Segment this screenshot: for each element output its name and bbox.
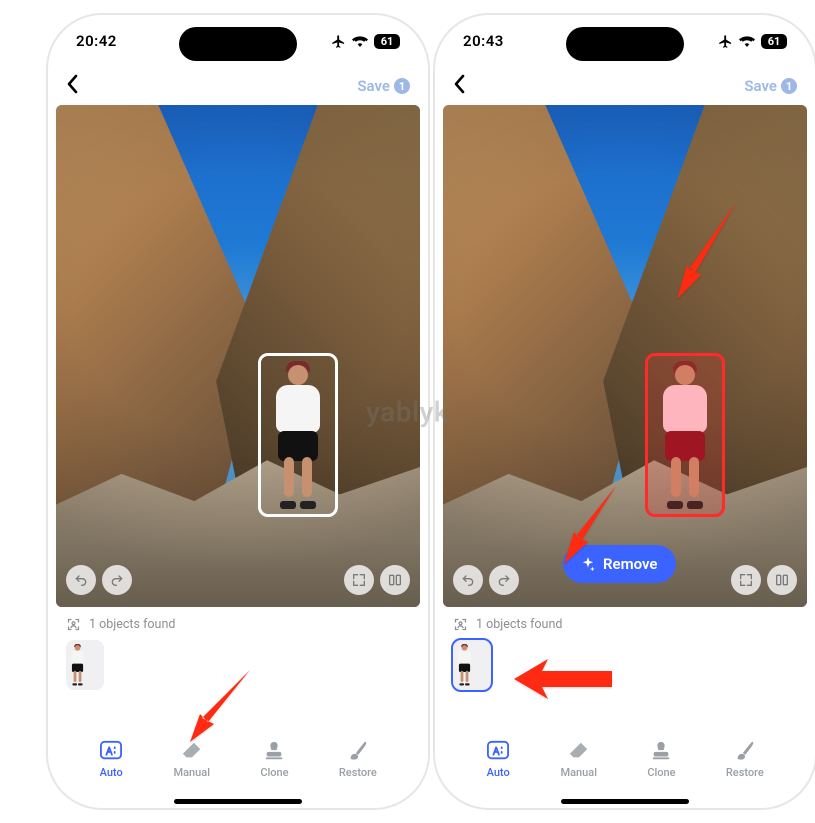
status-bar: 20:43 61 [435, 15, 815, 67]
eraser-icon [180, 740, 204, 762]
photo-shade [56, 105, 420, 607]
battery-indicator: 61 [761, 34, 787, 49]
image-canvas[interactable]: Remove [443, 105, 807, 607]
wifi-icon [352, 35, 368, 47]
tab-clone[interactable]: Clone [260, 740, 288, 779]
tab-auto[interactable]: Auto [486, 740, 510, 779]
eraser-icon [567, 740, 591, 762]
battery-indicator: 61 [374, 34, 400, 49]
detection-box[interactable] [258, 353, 338, 517]
save-button[interactable]: Save 1 [744, 77, 797, 95]
airplane-icon [718, 34, 733, 49]
status-bar: 20:42 61 [48, 15, 428, 67]
tab-clone-label: Clone [647, 766, 675, 779]
redo-button[interactable] [489, 565, 519, 595]
brush-icon [733, 740, 757, 762]
tab-clone-label: Clone [260, 766, 288, 779]
stamp-icon [262, 740, 286, 762]
dynamic-island [179, 27, 297, 61]
detect-icon [66, 617, 81, 632]
object-thumbnail-selected[interactable] [453, 640, 491, 690]
tab-restore-label: Restore [726, 766, 764, 779]
compare-icon [774, 572, 790, 588]
comparison-stage: 20:42 61 Save 1 [0, 0, 815, 823]
phone-right: 20:43 61 Save 1 [435, 15, 815, 808]
save-button[interactable]: Save 1 [357, 77, 410, 95]
compare-button[interactable] [767, 565, 797, 595]
back-button[interactable] [453, 74, 467, 98]
phone-left: 20:42 61 Save 1 [48, 15, 428, 808]
expand-button[interactable] [344, 565, 374, 595]
brush-icon [346, 740, 370, 762]
auto-icon [486, 740, 510, 762]
thumbnail-row [435, 636, 815, 690]
objects-found-row: 1 objects found [435, 607, 815, 636]
undo-button[interactable] [453, 565, 483, 595]
wifi-icon [739, 35, 755, 47]
redo-icon [109, 572, 125, 588]
detect-icon [453, 617, 468, 632]
thumbnail-row [48, 636, 428, 690]
back-button[interactable] [66, 74, 80, 98]
compare-icon [387, 572, 403, 588]
tab-clone[interactable]: Clone [647, 740, 675, 779]
dynamic-island [566, 27, 684, 61]
airplane-icon [331, 34, 346, 49]
sparkle-icon [581, 557, 595, 571]
status-icons: 61 [718, 34, 787, 49]
tab-manual[interactable]: Manual [173, 740, 210, 779]
tab-restore[interactable]: Restore [726, 740, 764, 779]
image-canvas[interactable] [56, 105, 420, 607]
save-label: Save [744, 77, 777, 95]
expand-button[interactable] [731, 565, 761, 595]
save-label: Save [357, 77, 390, 95]
tab-manual-label: Manual [560, 766, 597, 779]
tool-tabbar: Auto Manual Clone Restore [48, 740, 428, 796]
tab-auto-label: Auto [487, 766, 510, 779]
expand-icon [738, 572, 754, 588]
detection-box-selected[interactable] [645, 353, 725, 517]
undo-icon [73, 572, 89, 588]
undo-button[interactable] [66, 565, 96, 595]
tab-manual-label: Manual [173, 766, 210, 779]
remove-button[interactable]: Remove [563, 545, 676, 583]
photo-shade [443, 105, 807, 607]
tab-auto-label: Auto [100, 766, 123, 779]
status-time: 20:42 [76, 32, 117, 50]
objects-found-label: 1 objects found [89, 617, 175, 632]
compare-button[interactable] [380, 565, 410, 595]
expand-icon [351, 572, 367, 588]
status-icons: 61 [331, 34, 400, 49]
undo-icon [460, 572, 476, 588]
object-thumbnail[interactable] [66, 640, 104, 690]
tab-restore-label: Restore [339, 766, 377, 779]
auto-icon [99, 740, 123, 762]
redo-button[interactable] [102, 565, 132, 595]
tab-auto[interactable]: Auto [99, 740, 123, 779]
save-count-badge: 1 [781, 78, 797, 94]
redo-icon [496, 572, 512, 588]
stamp-icon [649, 740, 673, 762]
chevron-left-icon [66, 74, 80, 94]
home-indicator[interactable] [561, 799, 689, 804]
nav-bar: Save 1 [435, 67, 815, 105]
objects-found-label: 1 objects found [476, 617, 562, 632]
chevron-left-icon [453, 74, 467, 94]
objects-found-row: 1 objects found [48, 607, 428, 636]
status-time: 20:43 [463, 32, 504, 50]
nav-bar: Save 1 [48, 67, 428, 105]
save-count-badge: 1 [394, 78, 410, 94]
home-indicator[interactable] [174, 799, 302, 804]
tab-restore[interactable]: Restore [339, 740, 377, 779]
tab-manual[interactable]: Manual [560, 740, 597, 779]
remove-label: Remove [603, 555, 658, 573]
tool-tabbar: Auto Manual Clone Restore [435, 740, 815, 796]
